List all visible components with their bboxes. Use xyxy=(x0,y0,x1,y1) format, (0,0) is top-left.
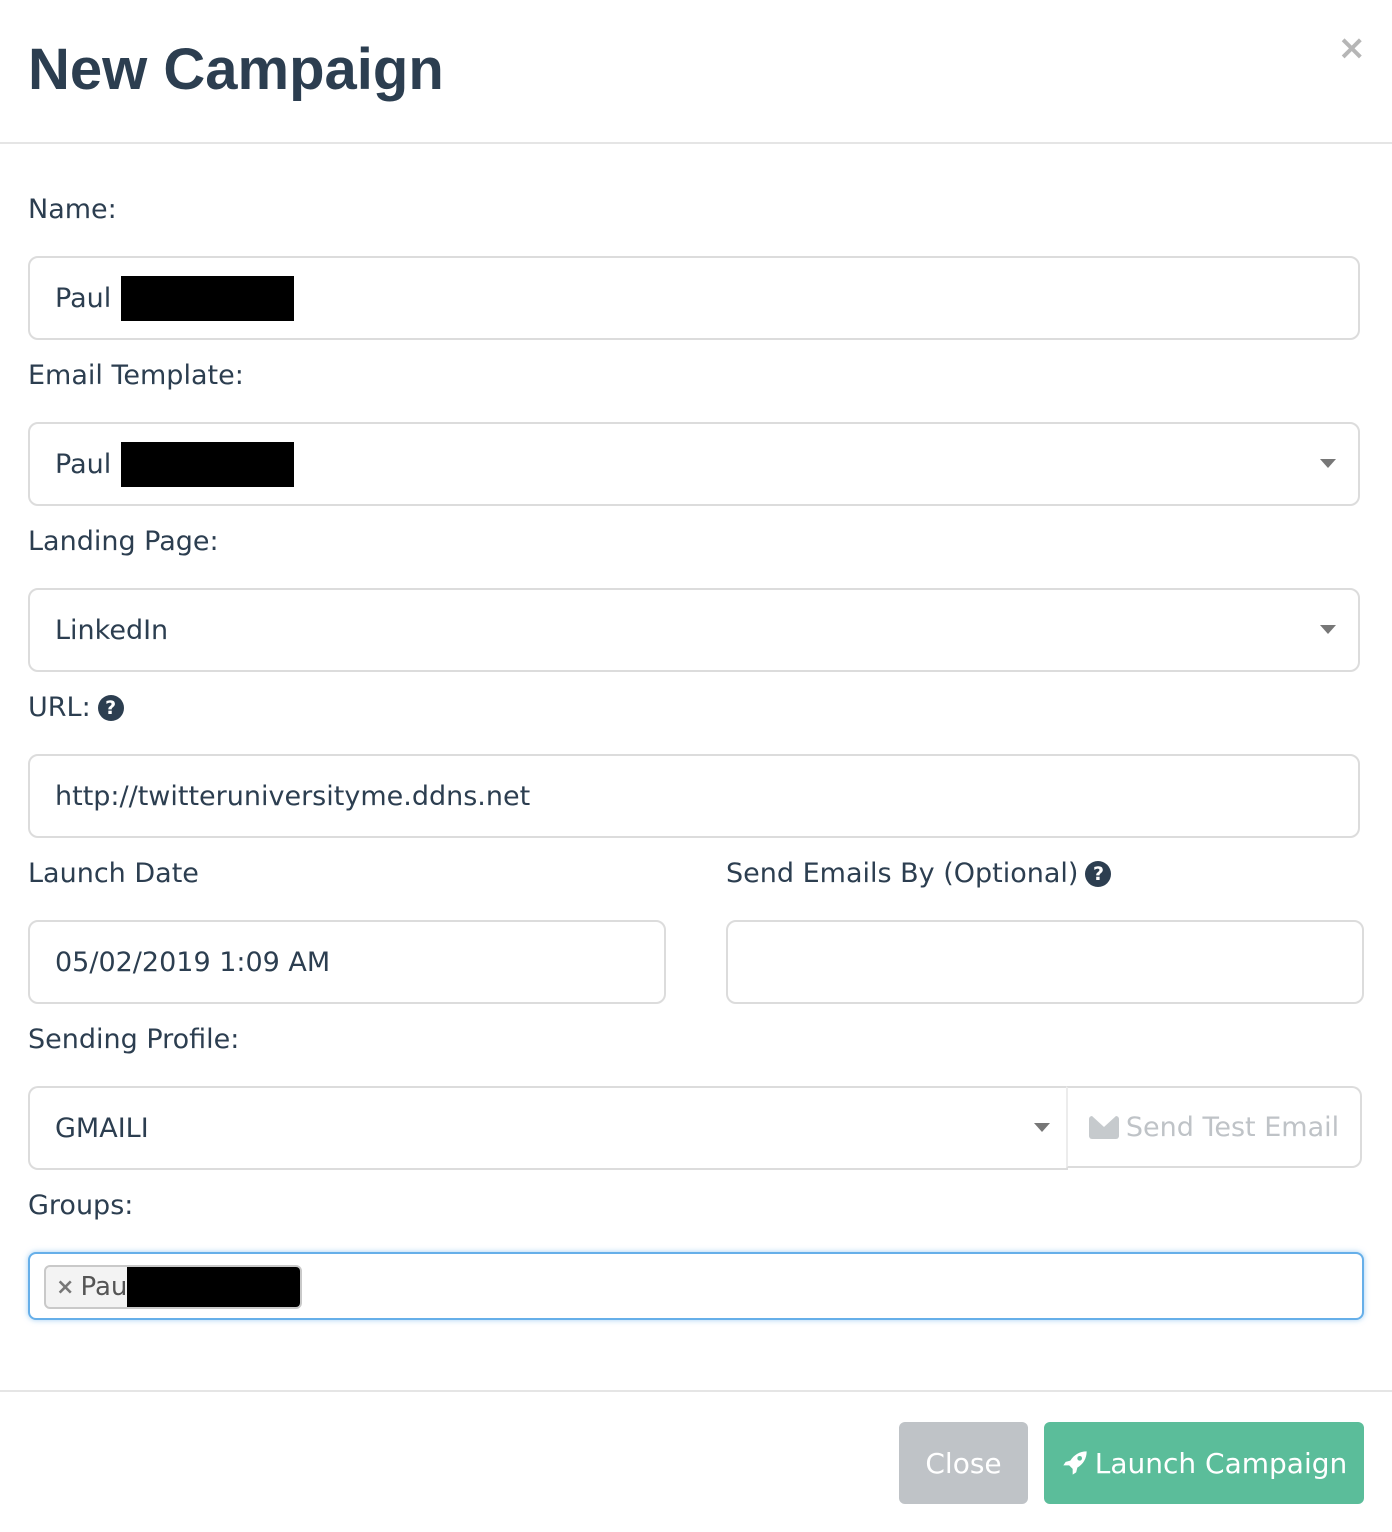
groups-label: Groups: xyxy=(28,1188,133,1224)
remove-tag-icon[interactable]: × xyxy=(56,1275,74,1300)
modal-title: New Campaign xyxy=(28,37,444,102)
groups-input[interactable]: × Pau xyxy=(28,1252,1364,1320)
chevron-down-icon xyxy=(1320,459,1336,468)
rocket-icon xyxy=(1063,1451,1087,1475)
launch-date-label: Launch Date xyxy=(28,856,199,892)
email-template-label-text: Email Template: xyxy=(28,360,244,391)
sending-profile-label-text: Sending Profile: xyxy=(28,1024,240,1055)
email-template-label: Email Template: xyxy=(28,358,244,394)
close-icon[interactable]: × xyxy=(1338,28,1367,68)
chevron-down-icon xyxy=(1034,1123,1050,1132)
url-input[interactable]: http://twitteruniversityme.ddns.net xyxy=(28,754,1360,838)
help-icon[interactable]: ? xyxy=(97,695,124,721)
group-tag: × Pau xyxy=(44,1265,303,1309)
group-tag-label: Pau xyxy=(80,1272,128,1302)
close-button[interactable]: Close xyxy=(899,1422,1028,1504)
send-test-email-button[interactable]: Send Test Email xyxy=(1066,1086,1362,1168)
envelope-icon xyxy=(1088,1115,1119,1139)
groups-label-text: Groups: xyxy=(28,1190,134,1221)
send-by-label-text: Send Emails By (Optional) xyxy=(726,858,1079,889)
url-value: http://twitteruniversityme.ddns.net xyxy=(55,780,531,812)
sending-profile-value: GMAILI xyxy=(55,1112,149,1144)
help-icon[interactable]: ? xyxy=(1085,861,1112,887)
url-label: URL: ? xyxy=(28,690,124,726)
launch-campaign-label: Launch Campaign xyxy=(1094,1446,1348,1480)
name-label: Name: xyxy=(28,192,117,228)
send-by-label: Send Emails By (Optional) ? xyxy=(726,856,1112,892)
send-test-email-label: Send Test Email xyxy=(1125,1111,1340,1143)
sending-profile-label: Sending Profile: xyxy=(28,1022,239,1058)
email-template-select[interactable]: Paul xyxy=(28,422,1360,506)
launch-date-value: 05/02/2019 1:09 AM xyxy=(55,946,331,978)
name-label-text: Name: xyxy=(28,194,117,225)
chevron-down-icon xyxy=(1320,625,1336,634)
landing-page-value: LinkedIn xyxy=(55,614,169,646)
launch-date-input[interactable]: 05/02/2019 1:09 AM xyxy=(28,920,666,1004)
url-label-text: URL: xyxy=(28,692,91,723)
landing-page-label-text: Landing Page: xyxy=(28,526,219,557)
modal-header: New Campaign × xyxy=(0,0,1392,144)
send-by-input[interactable] xyxy=(726,920,1364,1004)
landing-page-label: Landing Page: xyxy=(28,524,219,560)
email-template-value: Paul xyxy=(55,448,112,480)
sending-profile-select[interactable]: GMAILI xyxy=(28,1086,1068,1170)
redaction-box xyxy=(121,275,295,321)
landing-page-select[interactable]: LinkedIn xyxy=(28,588,1360,672)
name-input[interactable]: Paul xyxy=(28,256,1360,340)
redaction-box xyxy=(121,441,295,487)
launch-date-label-text: Launch Date xyxy=(28,858,199,889)
launch-campaign-button[interactable]: Launch Campaign xyxy=(1044,1422,1364,1504)
new-campaign-modal: New Campaign × Name: Paul Email Template… xyxy=(0,0,1392,1532)
close-button-label: Close xyxy=(925,1446,1002,1480)
name-value: Paul xyxy=(55,282,112,314)
redaction-box xyxy=(127,1267,301,1307)
